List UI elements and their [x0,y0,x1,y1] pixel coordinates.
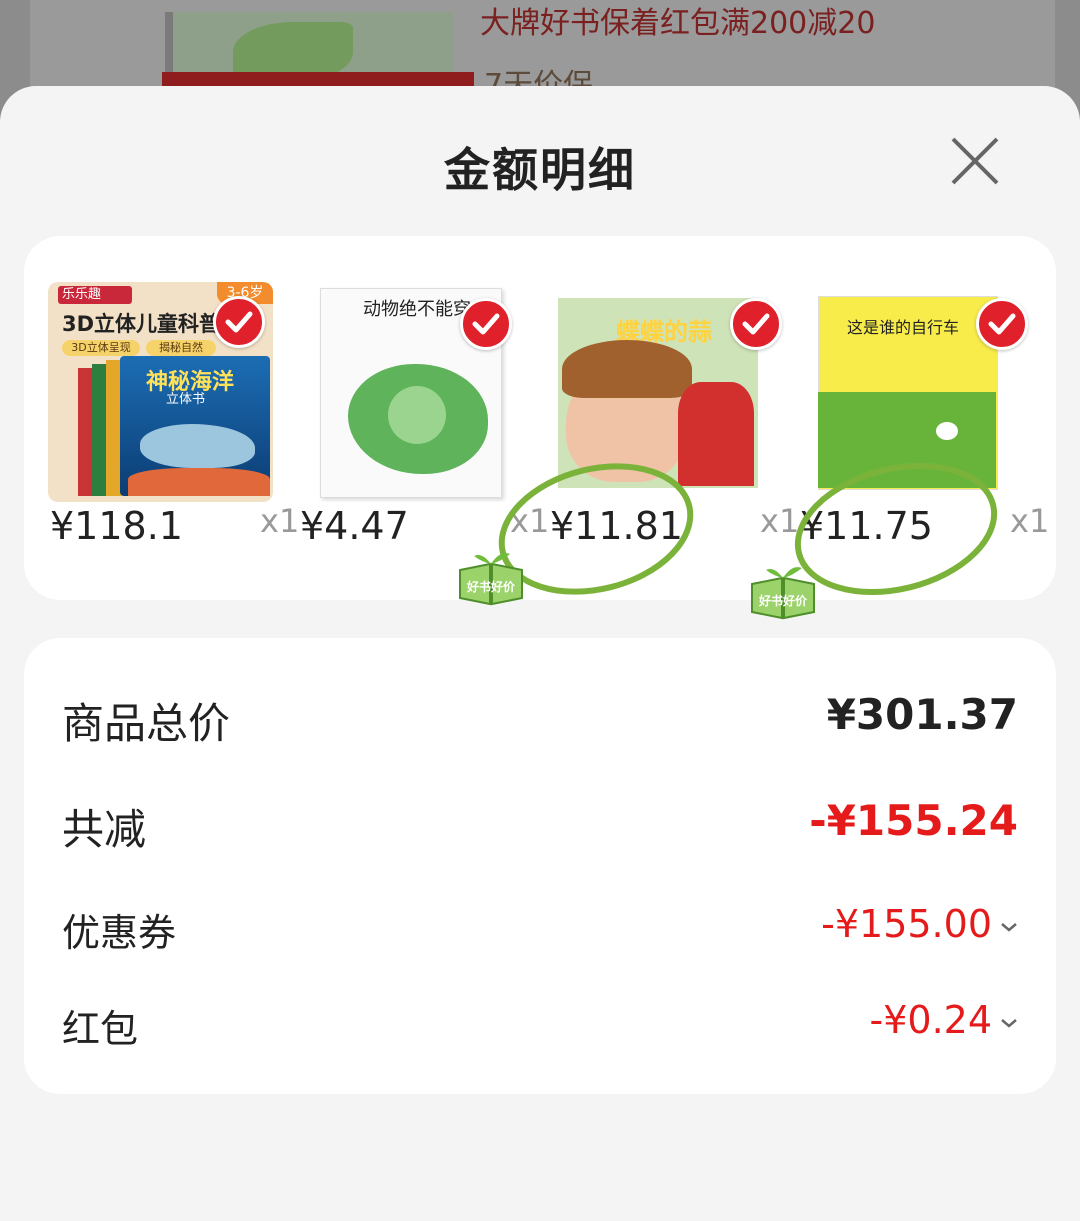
discount-value: -¥155.24 [809,796,1018,845]
sheet-title: 金额明细 [444,143,636,197]
price-summary-card: 商品总价 ¥301.37 共减 -¥155.24 优惠券 -¥155.00 红包… [24,638,1056,1094]
coupon-row[interactable]: -¥155.00 [821,902,1018,946]
chevron-down-icon[interactable] [1000,922,1018,932]
good-book-badge: 好书好价 [744,562,822,622]
total-price-label: 商品总价 [62,699,231,748]
red-packet-label: 红包 [62,1007,139,1051]
good-book-badge-label: 好书好价 [466,580,515,594]
red-packet-row[interactable]: -¥0.24 [870,998,1019,1042]
background-promo-text: 大牌好书保着红包满200减20 [480,6,876,41]
good-book-badge: 好书好价 [452,548,530,608]
amount-detail-sheet: 金额明细 乐乐趣 3-6岁 3D立体儿童科普 3D立体呈现 揭秘自然 神秘海洋 … [0,86,1080,1221]
products-card: 乐乐趣 3-6岁 3D立体儿童科普 3D立体呈现 揭秘自然 神秘海洋 立体书 ¥… [24,236,1056,620]
coupon-label: 优惠券 [62,911,177,955]
background-red-bar [162,72,474,86]
close-icon[interactable] [948,134,1002,188]
total-price-value: ¥301.37 [826,690,1018,739]
annotation-circles [498,462,998,596]
chevron-down-icon[interactable] [1000,1018,1018,1028]
good-book-badge-label: 好书好价 [758,594,807,608]
discount-label: 共减 [62,805,147,854]
red-packet-value: -¥0.24 [869,998,993,1042]
coupon-value: -¥155.00 [821,902,992,946]
